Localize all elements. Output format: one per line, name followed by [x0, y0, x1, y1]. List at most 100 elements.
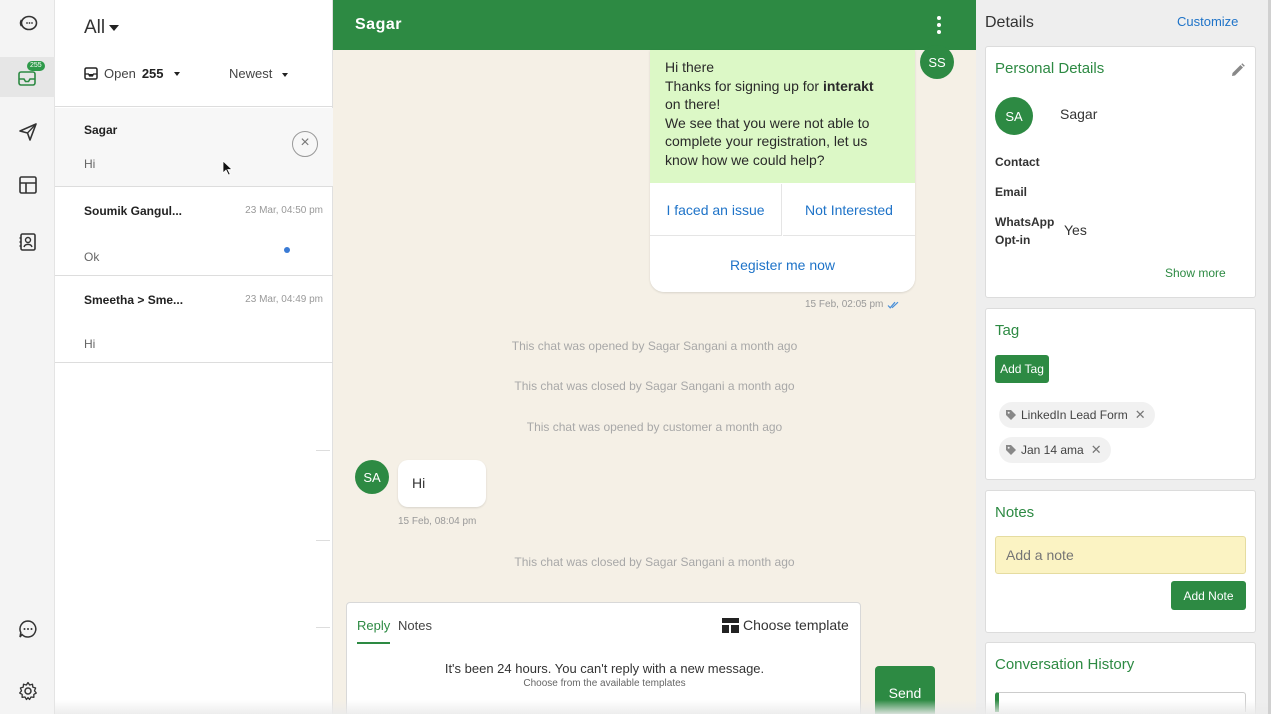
tab-reply[interactable]: Reply — [357, 618, 391, 644]
details-title: Details — [985, 14, 1034, 31]
template-icon — [722, 617, 739, 633]
history-item[interactable] — [995, 692, 1246, 712]
brand-name: interakt — [822, 77, 874, 94]
details-panel: Details Customize Personal Details SA Sa… — [976, 0, 1271, 714]
avatar: SA — [355, 460, 389, 494]
incoming-message: Hi — [398, 460, 486, 507]
system-message: This chat was closed by Sagar Sangani a … — [514, 555, 795, 569]
expired-window-warning: It's been 24 hours. You can't reply with… — [444, 661, 765, 676]
personal-details-card: Personal Details SA Sagar Contact Email … — [985, 46, 1256, 298]
optin-label: WhatsApp Opt-in — [995, 215, 1055, 247]
tray-icon — [84, 67, 98, 80]
chat-title: Sagar — [355, 16, 402, 33]
list-header: All — [55, 0, 333, 52]
close-conversation-button[interactable]: × — [292, 131, 318, 157]
message-preview: Hi — [84, 337, 96, 351]
layout-icon[interactable] — [0, 165, 55, 205]
contact-name: Smeetha > Sme... — [84, 293, 184, 307]
filter-dropdown[interactable]: All — [84, 17, 120, 39]
sort-dropdown[interactable]: Newest — [229, 66, 288, 81]
card-title: Conversation History — [995, 656, 1135, 673]
send-button[interactable]: Send — [875, 666, 935, 714]
add-note-input[interactable] — [995, 536, 1246, 574]
add-note-button[interactable]: Add Note — [1171, 581, 1246, 610]
filter-label: All — [84, 17, 106, 38]
sort-label: Newest — [229, 66, 273, 81]
show-more-link[interactable]: Show more — [1165, 266, 1226, 280]
quick-reply-not-interested-button[interactable]: Not Interested — [783, 184, 915, 236]
template-message-body: Hi there Thanks for signing up for inter… — [650, 50, 915, 183]
reply-composer: Reply Notes Choose template It's been 24… — [346, 602, 861, 714]
logo-icon[interactable] — [0, 3, 55, 43]
contact-name: Sagar — [1060, 106, 1098, 122]
status-label: Open — [104, 66, 136, 81]
remove-tag-icon[interactable]: ✕ — [1135, 407, 1146, 423]
optin-value: Yes — [1064, 222, 1087, 238]
contacts-icon[interactable] — [0, 222, 55, 262]
template-message: Hi there Thanks for signing up for inter… — [650, 50, 915, 292]
customize-link[interactable]: Customize — [1177, 14, 1238, 29]
quick-reply-register-button[interactable]: Register me now — [650, 238, 915, 292]
list-filters: Open 255 Newest — [55, 52, 333, 107]
caret-down-icon — [109, 24, 120, 31]
tag-icon — [1006, 445, 1016, 455]
choose-template-label: Choose template — [743, 617, 849, 633]
tag-icon — [1006, 410, 1016, 420]
avatar: SA — [995, 97, 1033, 135]
chat-header: Sagar — [333, 0, 976, 50]
caret-down-icon — [281, 72, 288, 77]
message-preview: Ok — [84, 250, 100, 264]
tag-chip: LinkedIn Lead Form ✕ — [999, 402, 1155, 428]
status-dropdown[interactable]: Open 255 — [84, 66, 180, 81]
send-icon[interactable] — [0, 112, 55, 152]
message-line: We see that you were not able to complet… — [665, 114, 870, 168]
chat-bubble-icon[interactable] — [0, 609, 55, 649]
card-title: Personal Details — [995, 60, 1105, 77]
avatar: SS — [920, 45, 954, 79]
edit-pencil-icon[interactable] — [1231, 63, 1245, 77]
add-tag-button[interactable]: Add Tag — [995, 355, 1049, 383]
tag-card: Tag Add Tag LinkedIn Lead Form ✕ Jan 14 a… — [985, 308, 1256, 480]
double-check-icon — [887, 301, 899, 309]
message-line: Thanks for signing up for interakt — [665, 77, 874, 94]
notes-card: Notes Add Note — [985, 490, 1256, 633]
caret-down-icon — [173, 71, 180, 76]
quick-reply-faced-issue-button[interactable]: I faced an issue — [650, 184, 782, 236]
left-nav-rail: 255 — [0, 0, 55, 714]
remove-tag-icon[interactable]: ✕ — [1091, 442, 1102, 458]
message-preview: Hi — [84, 157, 96, 171]
choose-template-button[interactable]: Choose template — [722, 617, 849, 633]
message-line: Hi there — [665, 59, 715, 75]
settings-icon[interactable] — [0, 671, 55, 711]
tab-notes[interactable]: Notes — [398, 618, 432, 633]
system-message: This chat was opened by customer a month… — [526, 420, 783, 434]
mouse-cursor-icon — [222, 160, 233, 176]
system-message: This chat was opened by Sagar Sangani a … — [511, 339, 798, 353]
contact-name: Sagar — [84, 123, 118, 137]
contact-label: Contact — [995, 155, 1040, 169]
card-title: Notes — [995, 504, 1035, 521]
message-line: on there! — [665, 96, 721, 112]
inbox-badge: 255 — [27, 61, 45, 71]
unread-dot-icon — [284, 247, 290, 253]
divider — [316, 450, 330, 451]
expired-window-hint: Choose from the available templates — [523, 678, 686, 689]
list-item[interactable]: Sagar Hi × — [55, 108, 333, 187]
divider — [316, 627, 330, 628]
status-count: 255 — [141, 66, 164, 81]
inbox-icon[interactable]: 255 — [0, 57, 55, 97]
card-title: Tag — [995, 322, 1020, 339]
email-label: Email — [995, 185, 1028, 199]
conversation-history-card: Conversation History — [985, 642, 1256, 714]
list-item[interactable]: Soumik Gangul... 23 Mar, 04:50 pm Ok — [55, 188, 333, 276]
chat-panel: Sagar Hi there Thanks for signing up for… — [333, 0, 976, 714]
list-item[interactable]: Smeetha > Sme... 23 Mar, 04:49 pm Hi — [55, 277, 333, 363]
message-timestamp: 15 Feb, 08:04 pm — [398, 516, 477, 527]
more-options-icon[interactable] — [936, 16, 942, 34]
message-timestamp: 15 Feb, 02:05 pm — [805, 299, 899, 310]
divider — [316, 540, 330, 541]
conversation-time: 23 Mar, 04:50 pm — [245, 205, 323, 216]
contact-name: Soumik Gangul... — [84, 204, 183, 218]
conversation-time: 23 Mar, 04:49 pm — [245, 294, 323, 305]
conversation-list-panel: All Open 255 Newest Sagar Hi × Soumik Ga… — [55, 0, 333, 714]
